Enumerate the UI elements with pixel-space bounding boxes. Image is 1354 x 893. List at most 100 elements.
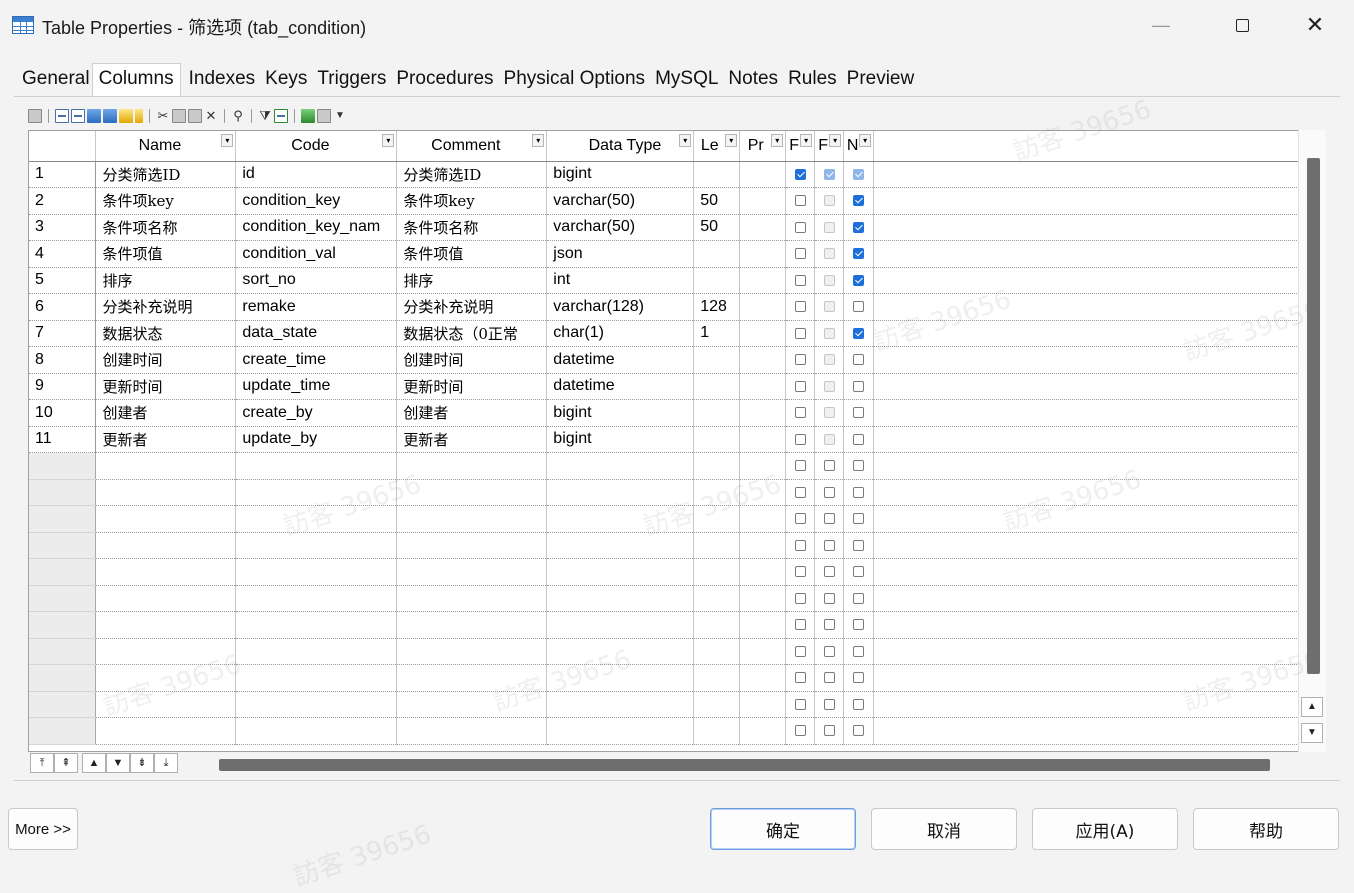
- empty-cell[interactable]: [693, 532, 741, 559]
- checkbox[interactable]: [853, 672, 865, 684]
- checkbox[interactable]: [853, 566, 865, 578]
- cell-comment[interactable]: 更新时间: [396, 373, 548, 400]
- empty-cell[interactable]: [693, 505, 741, 533]
- checkbox[interactable]: [823, 725, 835, 737]
- cell-type[interactable]: bigint: [546, 161, 695, 188]
- header-dropdown-icon[interactable]: ▾: [771, 134, 784, 147]
- cell-m-checkbox[interactable]: [843, 293, 875, 321]
- add-columns-icon[interactable]: [87, 109, 101, 123]
- empty-cell[interactable]: [95, 452, 237, 480]
- empty-checkbox-cell[interactable]: [814, 717, 845, 745]
- checkbox[interactable]: [853, 725, 865, 737]
- checkbox[interactable]: [794, 672, 806, 684]
- empty-checkbox-cell[interactable]: [814, 505, 845, 533]
- header-dropdown-icon[interactable]: ▾: [800, 134, 813, 147]
- cell-type[interactable]: bigint: [546, 399, 695, 427]
- checkbox[interactable]: [853, 327, 865, 339]
- cell-name[interactable]: 分类补充说明: [95, 293, 237, 321]
- cell-code[interactable]: condition_val: [235, 240, 398, 268]
- cell-len[interactable]: [693, 373, 741, 400]
- column-header[interactable]: Code ▾: [235, 131, 398, 162]
- cell-p-checkbox[interactable]: [785, 240, 816, 268]
- horizontal-scroll-thumb[interactable]: [219, 759, 1270, 771]
- checkbox[interactable]: [823, 619, 835, 631]
- cell-name[interactable]: 更新时间: [95, 373, 237, 400]
- tab-triggers[interactable]: Triggers: [309, 64, 388, 96]
- empty-cell[interactable]: [95, 691, 237, 718]
- move-top-button[interactable]: ⤒: [30, 753, 54, 773]
- insert-row-icon[interactable]: [55, 109, 69, 123]
- checkbox[interactable]: [823, 698, 835, 710]
- empty-row[interactable]: [29, 611, 1325, 639]
- cell-f-checkbox[interactable]: [814, 373, 845, 400]
- empty-cell[interactable]: [235, 532, 398, 559]
- cell-comment[interactable]: 创建时间: [396, 346, 548, 374]
- checkbox[interactable]: [823, 460, 835, 472]
- cell-m-checkbox[interactable]: [843, 346, 875, 374]
- cell-code[interactable]: remake: [235, 293, 398, 321]
- cell-code[interactable]: condition_key: [235, 187, 398, 215]
- column-header[interactable]: Name ▾: [95, 131, 237, 162]
- row-number[interactable]: [29, 505, 97, 533]
- cell-comment[interactable]: 条件项名称: [396, 214, 548, 241]
- row-number[interactable]: 3: [29, 214, 97, 241]
- cell-len[interactable]: [693, 399, 741, 427]
- column-header[interactable]: Le ▾: [693, 131, 741, 162]
- page-up-button[interactable]: ⇞: [54, 753, 78, 773]
- checkbox[interactable]: [823, 566, 835, 578]
- row-number[interactable]: 5: [29, 267, 97, 294]
- delete-icon[interactable]: ✕: [204, 109, 218, 123]
- cell-m-checkbox[interactable]: [843, 320, 875, 347]
- cell-code[interactable]: id: [235, 161, 398, 188]
- empty-cell[interactable]: [95, 479, 237, 506]
- cell-f-checkbox[interactable]: [814, 214, 845, 241]
- empty-cell[interactable]: [546, 611, 695, 639]
- cell-type[interactable]: varchar(50): [546, 214, 695, 241]
- checkbox[interactable]: [823, 672, 835, 684]
- cell-comment[interactable]: 排序: [396, 267, 548, 294]
- cell-prec[interactable]: [739, 267, 787, 294]
- cell-type[interactable]: varchar(128): [546, 293, 695, 321]
- checkbox[interactable]: [823, 301, 835, 313]
- empty-cell[interactable]: [396, 505, 548, 533]
- cell-p-checkbox[interactable]: [785, 293, 816, 321]
- cell-name[interactable]: 分类筛选ID: [95, 161, 237, 188]
- header-dropdown-icon[interactable]: ▾: [221, 134, 234, 147]
- empty-cell[interactable]: [739, 479, 787, 506]
- checkbox[interactable]: [794, 195, 806, 207]
- cell-prec[interactable]: [739, 346, 787, 374]
- ok-button[interactable]: 确定: [710, 808, 856, 850]
- vertical-scrollbar[interactable]: ▲ ▼: [1298, 130, 1326, 752]
- close-button[interactable]: ✕: [1280, 0, 1350, 50]
- empty-cell[interactable]: [546, 664, 695, 692]
- checkbox[interactable]: [853, 195, 865, 207]
- empty-cell[interactable]: [739, 638, 787, 665]
- cell-len[interactable]: [693, 267, 741, 294]
- row-number[interactable]: [29, 664, 97, 692]
- empty-cell[interactable]: [95, 717, 237, 745]
- add-row-icon[interactable]: [71, 109, 85, 123]
- column-header[interactable]: F ▾: [814, 131, 845, 162]
- cancel-button[interactable]: 取消: [871, 808, 1017, 850]
- empty-cell[interactable]: [693, 691, 741, 718]
- empty-checkbox-cell[interactable]: [843, 717, 875, 745]
- row-number[interactable]: 9: [29, 373, 97, 400]
- checkbox[interactable]: [823, 248, 835, 260]
- checkbox[interactable]: [823, 407, 835, 419]
- empty-cell[interactable]: [396, 585, 548, 612]
- checkbox[interactable]: [794, 327, 806, 339]
- cell-p-checkbox[interactable]: [785, 267, 816, 294]
- checkbox[interactable]: [794, 407, 806, 419]
- cell-p-checkbox[interactable]: [785, 399, 816, 427]
- cell-name[interactable]: 条件项值: [95, 240, 237, 268]
- cell-code[interactable]: create_by: [235, 399, 398, 427]
- empty-checkbox-cell[interactable]: [814, 638, 845, 665]
- empty-row[interactable]: [29, 452, 1325, 480]
- properties-icon[interactable]: [28, 109, 42, 123]
- cell-len[interactable]: [693, 161, 741, 188]
- checkbox[interactable]: [853, 698, 865, 710]
- empty-row[interactable]: [29, 717, 1325, 745]
- cell-f-checkbox[interactable]: [814, 187, 845, 215]
- table-row[interactable]: 10 创建者 create_by 创建者 bigint: [29, 399, 1325, 427]
- empty-cell[interactable]: [546, 452, 695, 480]
